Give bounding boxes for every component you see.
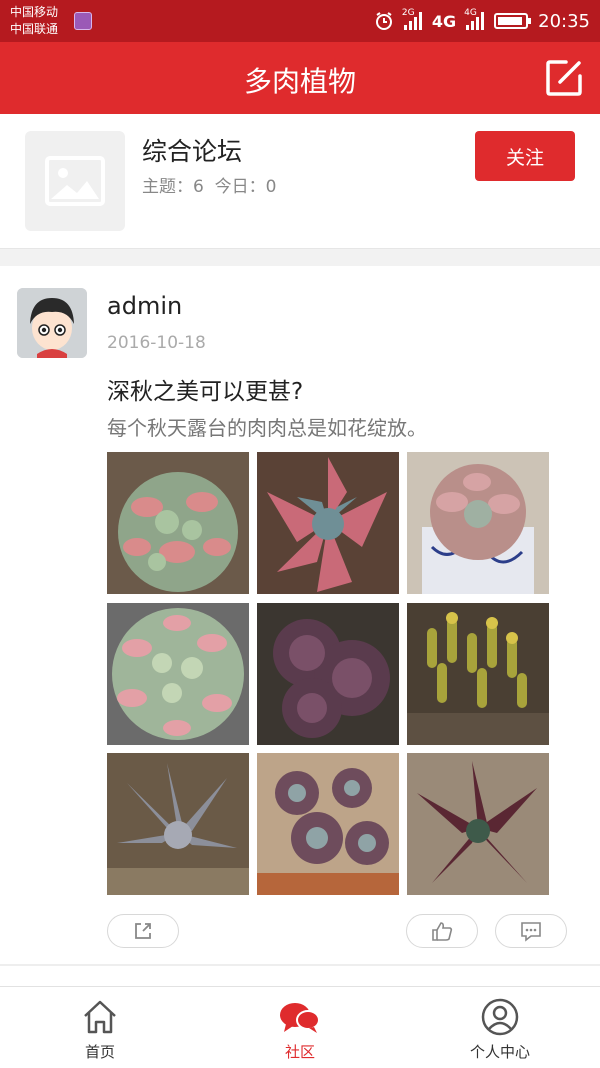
succulent-photo-8[interactable] bbox=[257, 753, 399, 895]
like-button[interactable] bbox=[406, 914, 478, 948]
today-label: 今日： bbox=[214, 177, 266, 197]
carrier-info: 中国移动 中国联通 bbox=[10, 4, 58, 38]
network-2-label: 4G bbox=[432, 12, 456, 31]
avatar[interactable] bbox=[17, 288, 87, 358]
nav-home-label: 首页 bbox=[84, 1043, 115, 1061]
page-title: 多肉植物 bbox=[243, 65, 356, 98]
profile-icon bbox=[481, 998, 519, 1036]
network-3-label: 4G bbox=[464, 8, 477, 18]
succulent-photo-2[interactable] bbox=[257, 452, 399, 594]
carrier-1: 中国移动 bbox=[10, 5, 59, 19]
battery-icon bbox=[494, 13, 532, 29]
succulent-photo-5[interactable] bbox=[257, 603, 399, 745]
post-card[interactable]: admin 2016-10-18 深秋之美可以更甚? 每个秋天露台的肉肉总是如花… bbox=[0, 266, 600, 966]
post-excerpt: 每个秋天露台的肉肉总是如花绽放。 bbox=[107, 416, 427, 440]
succulent-photo-4[interactable] bbox=[107, 603, 249, 745]
network-1-label: 2G bbox=[401, 8, 415, 18]
nav-community[interactable]: 社区 bbox=[200, 987, 400, 1068]
forum-header: 综合论坛 主题：6 今日：0 关注 bbox=[0, 114, 600, 248]
community-icon bbox=[280, 1003, 320, 1033]
gallery-notification-icon bbox=[74, 12, 92, 30]
section-divider bbox=[0, 248, 600, 266]
follow-button[interactable]: 关注 bbox=[475, 131, 575, 181]
edit-icon[interactable] bbox=[544, 58, 584, 98]
comment-button[interactable] bbox=[495, 914, 567, 948]
home-icon bbox=[84, 1000, 116, 1034]
topics-label: 主题： bbox=[142, 177, 193, 197]
post-image-grid bbox=[107, 452, 550, 897]
post-divider bbox=[0, 964, 600, 966]
status-bar: 中国移动 中国联通 2G 4G 4G 20:35 bbox=[0, 0, 600, 42]
forum-name: 综合论坛 bbox=[142, 137, 243, 166]
signal-2-icon: 4G bbox=[464, 8, 485, 30]
post-date: 2016-10-18 bbox=[107, 333, 206, 353]
nav-home[interactable]: 首页 bbox=[0, 987, 200, 1068]
nav-community-label: 社区 bbox=[284, 1043, 315, 1061]
clock: 20:35 bbox=[538, 10, 590, 32]
alarm-icon bbox=[375, 12, 392, 30]
succulent-photo-9[interactable] bbox=[407, 753, 549, 895]
succulent-photo-1[interactable] bbox=[107, 452, 249, 594]
signal-1-icon: 2G bbox=[402, 8, 422, 30]
forum-thumbnail bbox=[25, 131, 125, 231]
network-2-text: 4G bbox=[431, 11, 457, 31]
like-icon bbox=[432, 922, 453, 941]
app-header: 多肉植物 bbox=[0, 42, 600, 114]
succulent-photo-6[interactable] bbox=[407, 603, 549, 745]
status-icons: 2G 4G 4G 20:35 bbox=[374, 8, 590, 34]
nav-profile-label: 个人中心 bbox=[469, 1043, 530, 1061]
succulent-photo-7[interactable] bbox=[107, 753, 249, 895]
forum-stats: 主题：6 今日：0 bbox=[142, 172, 276, 197]
post-author[interactable]: admin bbox=[107, 292, 182, 320]
topics-count: 6 bbox=[193, 177, 204, 197]
share-button[interactable] bbox=[107, 914, 179, 948]
today-count: 0 bbox=[265, 177, 277, 197]
avatar-image bbox=[17, 288, 87, 358]
share-icon bbox=[135, 923, 151, 939]
comment-icon bbox=[521, 922, 541, 942]
nav-profile[interactable]: 个人中心 bbox=[400, 987, 600, 1068]
bottom-nav: 首页 社区 个人中心 bbox=[0, 986, 600, 1067]
carrier-2: 中国联通 bbox=[10, 22, 59, 36]
image-placeholder-icon bbox=[45, 156, 105, 206]
post-title[interactable]: 深秋之美可以更甚? bbox=[107, 372, 303, 406]
succulent-photo-3[interactable] bbox=[407, 452, 549, 594]
